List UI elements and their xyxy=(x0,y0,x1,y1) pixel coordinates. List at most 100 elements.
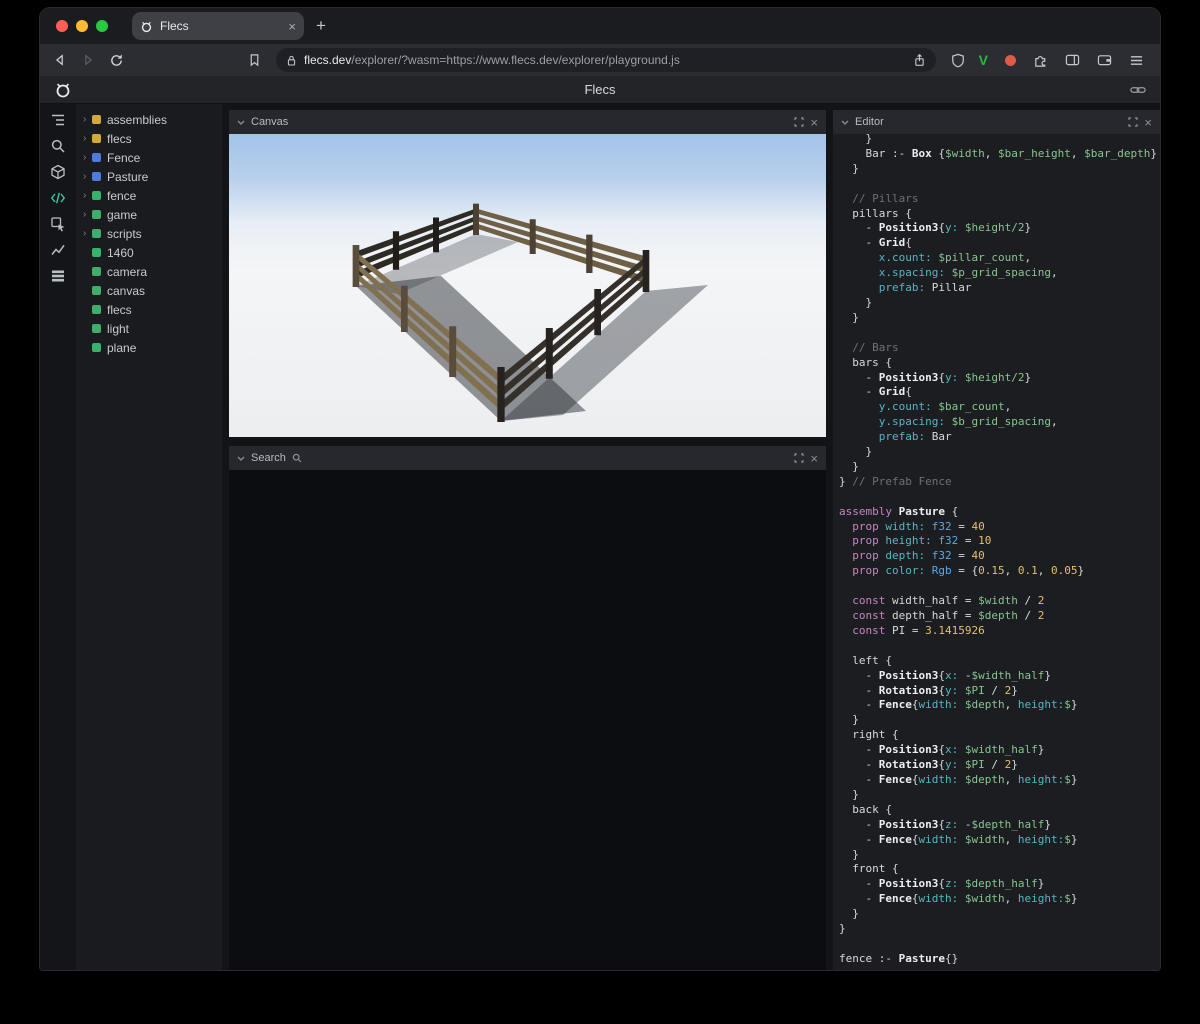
vpn-v-icon[interactable]: V xyxy=(979,52,988,68)
search-icon[interactable] xyxy=(46,138,70,154)
lock-icon xyxy=(287,55,296,65)
reload-icon[interactable] xyxy=(106,53,126,68)
entity-color-swatch xyxy=(92,153,101,162)
extensions-icon[interactable] xyxy=(1033,53,1048,68)
expand-arrow-icon[interactable]: › xyxy=(83,114,92,125)
entity-color-swatch xyxy=(92,286,101,295)
expand-arrow-icon[interactable]: › xyxy=(83,152,92,163)
fence-3d-render xyxy=(229,134,826,437)
app-header: Flecs xyxy=(40,76,1160,104)
tab-favicon xyxy=(141,21,152,32)
tree-item[interactable]: canvas xyxy=(78,281,220,300)
entity-color-swatch xyxy=(92,267,101,276)
traffic-lights xyxy=(56,20,108,32)
browser-tab[interactable]: Flecs × xyxy=(132,12,304,40)
tab-title: Flecs xyxy=(160,19,189,33)
tree-item[interactable]: › assemblies xyxy=(78,110,220,129)
entity-color-swatch xyxy=(92,191,101,200)
menu-icon[interactable] xyxy=(1129,54,1144,67)
shield-icon[interactable] xyxy=(948,53,968,68)
expand-panel-icon[interactable] xyxy=(794,117,805,127)
collapse-chevron-icon[interactable] xyxy=(237,120,245,125)
app-content: › assemblies › flecs › Fence › Pasture ›… xyxy=(40,104,1160,970)
wallet-icon[interactable] xyxy=(1097,53,1112,67)
entity-color-swatch xyxy=(92,229,101,238)
expand-arrow-icon[interactable]: › xyxy=(83,171,92,182)
editor-panel-title: Editor xyxy=(855,116,884,128)
browser-window: Flecs × + flecs.dev/explorer/?wasm=https… xyxy=(40,8,1160,970)
expand-arrow-icon[interactable]: › xyxy=(83,228,92,239)
expand-arrow-icon[interactable]: › xyxy=(83,190,92,201)
tree-item[interactable]: › Fence xyxy=(78,148,220,167)
tree-item-label: flecs xyxy=(107,302,132,317)
back-icon[interactable] xyxy=(50,53,70,67)
tab-close-icon[interactable]: × xyxy=(288,19,296,34)
close-panel-icon[interactable]: × xyxy=(810,115,818,130)
tab-strip: Flecs × + xyxy=(40,8,1160,44)
entity-color-swatch xyxy=(92,115,101,124)
tree-item-label: scripts xyxy=(107,226,142,241)
inspect-icon[interactable] xyxy=(46,216,70,232)
cube-icon[interactable] xyxy=(46,164,70,180)
close-window-button[interactable] xyxy=(56,20,68,32)
minimize-window-button[interactable] xyxy=(76,20,88,32)
forward-icon[interactable] xyxy=(78,53,98,67)
url-bar[interactable]: flecs.dev/explorer/?wasm=https://www.fle… xyxy=(276,48,936,72)
tree-item-label: canvas xyxy=(107,283,146,298)
search-results-area[interactable] xyxy=(229,470,826,970)
canvas-panel-title: Canvas xyxy=(251,116,289,128)
entity-color-swatch xyxy=(92,324,101,333)
tree-item[interactable]: plane xyxy=(78,338,220,357)
tree-item-label: light xyxy=(107,321,130,336)
entity-color-swatch xyxy=(92,134,101,143)
chart-icon[interactable] xyxy=(46,242,70,258)
expand-arrow-icon[interactable]: › xyxy=(83,133,92,144)
canvas-panel: Canvas × xyxy=(229,110,826,437)
tree-item[interactable]: › Pasture xyxy=(78,167,220,186)
canvas-3d-viewport[interactable] xyxy=(229,134,826,437)
link-icon[interactable] xyxy=(1130,84,1146,96)
tree-item[interactable]: › flecs xyxy=(78,129,220,148)
entity-color-swatch xyxy=(92,248,101,257)
search-mini-icon xyxy=(292,453,302,463)
editor-panel-header: Editor × xyxy=(833,110,1160,134)
tree-item[interactable]: 1460 xyxy=(78,243,220,262)
tree-item[interactable]: › fence xyxy=(78,186,220,205)
bookmark-icon[interactable] xyxy=(244,53,264,67)
entity-color-swatch xyxy=(92,343,101,352)
icon-rail xyxy=(40,104,76,970)
close-panel-icon[interactable]: × xyxy=(810,451,818,466)
toolbar-extensions: V xyxy=(979,52,1150,68)
sidebar-toggle-icon[interactable] xyxy=(1065,53,1080,67)
editor-panel: Editor × } Bar :- Box {$width, $bar_heig… xyxy=(833,104,1160,970)
page-title: Flecs xyxy=(584,82,616,97)
tree-item[interactable]: › scripts xyxy=(78,224,220,243)
expand-arrow-icon[interactable]: › xyxy=(83,209,92,220)
entity-color-swatch xyxy=(92,210,101,219)
zoom-window-button[interactable] xyxy=(96,20,108,32)
tree-item[interactable]: › game xyxy=(78,205,220,224)
tree-item-label: Fence xyxy=(107,150,141,165)
rows-icon[interactable] xyxy=(46,268,70,284)
entity-color-swatch xyxy=(92,305,101,314)
tree-item[interactable]: light xyxy=(78,319,220,338)
code-icon[interactable] xyxy=(46,190,70,206)
entity-color-swatch xyxy=(92,172,101,181)
search-panel-title: Search xyxy=(251,452,286,464)
search-panel: Search × xyxy=(229,446,826,970)
close-panel-icon[interactable]: × xyxy=(1144,115,1152,130)
center-column: Canvas × Search × xyxy=(222,104,833,970)
tree-icon[interactable] xyxy=(46,112,70,128)
expand-panel-icon[interactable] xyxy=(794,453,805,463)
tree-item[interactable]: camera xyxy=(78,262,220,281)
expand-panel-icon[interactable] xyxy=(1128,117,1139,127)
code-editor[interactable]: } Bar :- Box {$width, $bar_height, $bar_… xyxy=(833,134,1160,970)
collapse-chevron-icon[interactable] xyxy=(841,120,849,125)
tree-item[interactable]: flecs xyxy=(78,300,220,319)
collapse-chevron-icon[interactable] xyxy=(237,456,245,461)
tree-item-label: flecs xyxy=(107,131,132,146)
share-icon[interactable] xyxy=(913,53,926,67)
new-tab-button[interactable]: + xyxy=(316,16,326,36)
tree-item-label: game xyxy=(107,207,138,222)
record-dot-icon[interactable] xyxy=(1005,54,1016,66)
